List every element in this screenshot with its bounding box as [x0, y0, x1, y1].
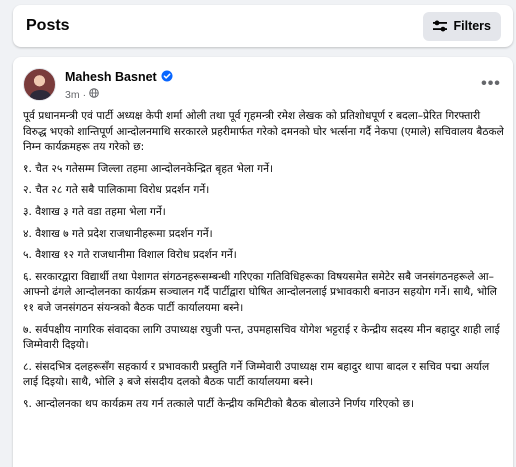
post-meta: 3m · — [65, 88, 173, 101]
posts-header-card: Posts Filters — [13, 5, 513, 47]
post-item-9: ९. आन्दोलनका थप कार्यक्रम तय गर्न तत्काल… — [23, 397, 415, 410]
more-options-button[interactable]: ••• — [479, 72, 503, 96]
verified-badge-icon — [161, 67, 173, 86]
post-item-3: ३. वैशाख ३ गते वडा तहमा भेला गर्ने। — [23, 205, 166, 218]
post-item-6: ६. सरकारद्वारा विद्यार्थी तथा पेशागत संग… — [23, 270, 497, 314]
post-item-5: ५. वैशाख १२ गते राजधानीमा विशाल विरोध प्… — [23, 249, 237, 262]
globe-icon — [89, 88, 99, 101]
author-block: Mahesh Basnet 3m · — [65, 67, 173, 101]
post-card: Mahesh Basnet 3m · ••• पूर्व प्रधानमन्त्… — [13, 57, 513, 467]
post-header: Mahesh Basnet 3m · ••• — [23, 67, 503, 101]
post-item-2: २. चैत २८ गते सबै पालिकामा विरोध प्रदर्श… — [23, 184, 210, 197]
post-item-1: १. चैत २५ गतेसम्म जिल्ला तहमा आन्दोलनकेन… — [23, 162, 273, 175]
post-intro: पूर्व प्रधानमन्त्री एवं पार्टी अध्यक्ष क… — [23, 110, 504, 154]
filters-label: Filters — [453, 19, 491, 33]
post-item-4: ४. वैशाख ७ गते प्रदेश राजधानीहरूमा प्रदर… — [23, 227, 213, 240]
filters-button[interactable]: Filters — [423, 11, 501, 41]
author-row: Mahesh Basnet — [65, 67, 173, 86]
author-name[interactable]: Mahesh Basnet — [65, 70, 157, 84]
post-item-7: ७. सर्वपक्षीय नागरिक संवादका लागि उपाध्य… — [23, 323, 500, 352]
avatar[interactable] — [23, 67, 56, 101]
post-body: पूर्व प्रधानमन्त्री एवं पार्टी अध्यक्ष क… — [23, 109, 505, 419]
post-time[interactable]: 3m — [65, 89, 80, 101]
meta-separator: · — [82, 88, 87, 101]
posts-title: Posts — [26, 17, 70, 34]
post-item-8: ८. संसदभित्र दलहरूसँग सहकार्य र प्रभावका… — [23, 360, 490, 389]
more-horizontal-icon: ••• — [481, 75, 501, 92]
sliders-icon — [433, 20, 448, 32]
